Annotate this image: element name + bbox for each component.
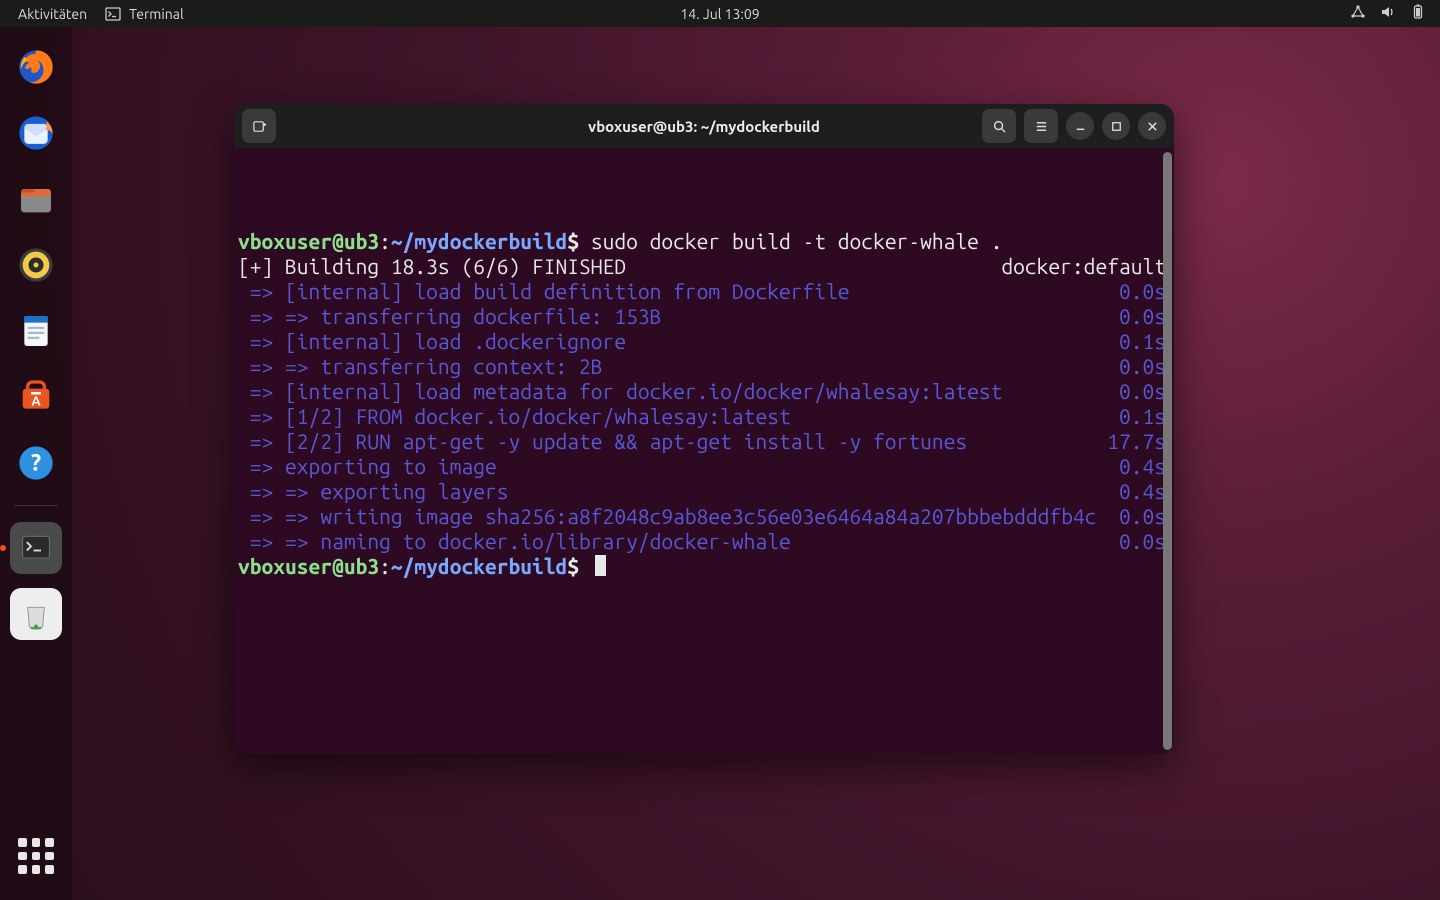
maximize-button[interactable] <box>1102 112 1130 140</box>
terminal-scrollbar[interactable] <box>1163 152 1172 750</box>
clock[interactable]: 14. Jul 13:09 <box>680 6 759 22</box>
terminal-window: vboxuser@ub3: ~/mydockerbuild vboxuser@u… <box>234 104 1174 754</box>
close-button[interactable] <box>1138 112 1166 140</box>
new-tab-button[interactable] <box>242 109 276 143</box>
show-applications[interactable] <box>10 830 62 882</box>
terminal-body[interactable]: vboxuser@ub3:~/mydockerbuild$ sudo docke… <box>234 148 1174 754</box>
dock-rhythmbox[interactable] <box>10 239 62 291</box>
dock-firefox[interactable] <box>10 41 62 93</box>
network-icon[interactable] <box>1350 4 1366 23</box>
dock-software[interactable]: A <box>10 371 62 423</box>
apps-grid-icon <box>18 838 54 874</box>
active-app-indicator[interactable]: Terminal <box>105 6 184 22</box>
battery-icon[interactable] <box>1410 4 1426 23</box>
terminal-titlebar[interactable]: vboxuser@ub3: ~/mydockerbuild <box>234 104 1174 148</box>
dock-trash[interactable] <box>10 588 62 640</box>
dock-separator <box>14 505 58 506</box>
dock-help[interactable]: ? <box>10 437 62 489</box>
search-button[interactable] <box>982 109 1016 143</box>
active-app-name: Terminal <box>129 6 184 22</box>
svg-text:A: A <box>31 393 41 408</box>
top-bar: Aktivitäten Terminal 14. Jul 13:09 <box>0 0 1440 27</box>
dock-writer[interactable] <box>10 305 62 357</box>
window-title: vboxuser@ub3: ~/mydockerbuild <box>588 118 820 135</box>
dock-thunderbird[interactable] <box>10 107 62 159</box>
svg-text:?: ? <box>31 450 41 476</box>
terminal-content: vboxuser@ub3:~/mydockerbuild$ sudo docke… <box>238 229 1166 579</box>
dock: A ? <box>0 27 72 900</box>
dock-files[interactable] <box>10 173 62 225</box>
minimize-button[interactable] <box>1066 112 1094 140</box>
terminal-icon <box>105 6 121 22</box>
volume-icon[interactable] <box>1380 4 1396 23</box>
dock-terminal[interactable] <box>10 522 62 574</box>
hamburger-menu-button[interactable] <box>1024 109 1058 143</box>
activities-button[interactable]: Aktivitäten <box>18 6 87 22</box>
